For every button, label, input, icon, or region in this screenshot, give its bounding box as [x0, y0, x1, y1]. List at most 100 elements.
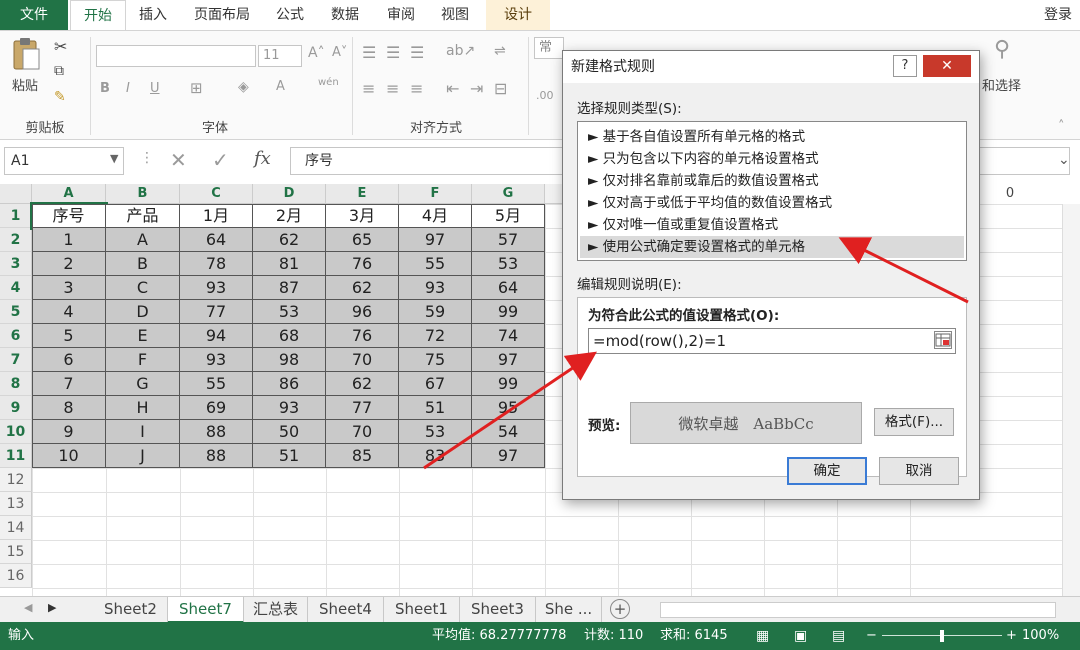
- row-header[interactable]: 3: [0, 252, 32, 276]
- ok-button[interactable]: 确定: [787, 457, 867, 485]
- table-cell[interactable]: 55: [180, 372, 253, 396]
- sheet-tab[interactable]: She ...: [536, 597, 602, 623]
- cut-icon[interactable]: ✂: [54, 37, 67, 56]
- header-cell[interactable]: 1月: [180, 204, 253, 228]
- tab-review[interactable]: 审阅: [378, 0, 424, 30]
- paste-label[interactable]: 粘贴: [12, 75, 38, 94]
- column-header[interactable]: B: [106, 184, 180, 204]
- table-cell[interactable]: 93: [399, 276, 472, 300]
- collapse-ribbon-icon[interactable]: ˄: [1058, 119, 1065, 134]
- header-cell[interactable]: 2月: [253, 204, 326, 228]
- table-cell[interactable]: 3: [32, 276, 106, 300]
- column-header[interactable]: C: [180, 184, 253, 204]
- merge-icon[interactable]: ⊟: [494, 79, 507, 98]
- table-cell[interactable]: 5: [32, 324, 106, 348]
- table-cell[interactable]: 51: [399, 396, 472, 420]
- decimal-icon[interactable]: .00: [536, 89, 554, 102]
- horizontal-scrollbar[interactable]: [660, 602, 1056, 618]
- table-cell[interactable]: 93: [180, 348, 253, 372]
- page-break-view-icon[interactable]: ▤: [832, 622, 845, 650]
- sheet-tab[interactable]: Sheet4: [308, 597, 384, 623]
- column-header[interactable]: A: [32, 184, 106, 204]
- table-cell[interactable]: 96: [326, 300, 399, 324]
- table-cell[interactable]: 74: [472, 324, 545, 348]
- row-header[interactable]: 14: [0, 516, 32, 540]
- row-header[interactable]: 6: [0, 324, 32, 348]
- table-cell[interactable]: 87: [253, 276, 326, 300]
- table-cell[interactable]: I: [106, 420, 180, 444]
- row-header[interactable]: 16: [0, 564, 32, 588]
- row-header[interactable]: 15: [0, 540, 32, 564]
- sheet-tab[interactable]: Sheet7: [168, 597, 244, 623]
- bold-icon[interactable]: B: [100, 81, 110, 96]
- table-cell[interactable]: 77: [326, 396, 399, 420]
- tab-home[interactable]: 开始: [70, 0, 126, 30]
- rule-type-item[interactable]: ► 仅对排名靠前或靠后的数值设置格式: [580, 170, 964, 192]
- align-middle-icon[interactable]: ☰: [386, 43, 400, 62]
- table-cell[interactable]: 69: [180, 396, 253, 420]
- table-cell[interactable]: 9: [32, 420, 106, 444]
- table-cell[interactable]: B: [106, 252, 180, 276]
- new-sheet-icon[interactable]: +: [610, 599, 630, 619]
- table-cell[interactable]: 70: [326, 420, 399, 444]
- table-cell[interactable]: 86: [253, 372, 326, 396]
- table-cell[interactable]: 6: [32, 348, 106, 372]
- table-cell[interactable]: 62: [326, 372, 399, 396]
- table-cell[interactable]: 62: [326, 276, 399, 300]
- tab-page-layout[interactable]: 页面布局: [184, 0, 260, 30]
- fill-color-icon[interactable]: ◈: [238, 79, 249, 95]
- table-cell[interactable]: 50: [253, 420, 326, 444]
- row-header[interactable]: 12: [0, 468, 32, 492]
- table-cell[interactable]: 10: [32, 444, 106, 468]
- wrap-text-icon[interactable]: ⇌: [494, 43, 506, 59]
- table-cell[interactable]: J: [106, 444, 180, 468]
- table-cell[interactable]: 81: [253, 252, 326, 276]
- table-cell[interactable]: 7: [32, 372, 106, 396]
- table-cell[interactable]: F: [106, 348, 180, 372]
- find-select-icon[interactable]: ⚲: [994, 37, 1010, 62]
- table-cell[interactable]: 88: [180, 444, 253, 468]
- expand-formula-icon[interactable]: ⌄: [1058, 152, 1070, 168]
- header-cell[interactable]: 产品: [106, 204, 180, 228]
- zoom-slider-thumb[interactable]: [940, 630, 944, 642]
- table-cell[interactable]: 98: [253, 348, 326, 372]
- rule-formula-input[interactable]: =mod(row(),2)=1: [588, 328, 956, 354]
- sheet-tab[interactable]: Sheet1: [384, 597, 460, 623]
- sheet-tab[interactable]: Sheet2: [94, 597, 168, 623]
- scroll-left-icon[interactable]: ◀: [24, 601, 32, 614]
- header-cell[interactable]: 3月: [326, 204, 399, 228]
- sheet-tab[interactable]: 汇总表: [244, 597, 308, 623]
- column-header[interactable]: E: [326, 184, 399, 204]
- format-button[interactable]: 格式(F)...: [874, 408, 954, 436]
- table-cell[interactable]: 2: [32, 252, 106, 276]
- table-cell[interactable]: 65: [326, 228, 399, 252]
- table-cell[interactable]: 53: [399, 420, 472, 444]
- name-box-dropdown-icon[interactable]: ▼: [110, 152, 118, 165]
- table-cell[interactable]: 72: [399, 324, 472, 348]
- row-header[interactable]: 1: [0, 204, 32, 228]
- table-cell[interactable]: 59: [399, 300, 472, 324]
- font-color-icon[interactable]: A: [276, 79, 285, 94]
- normal-view-icon[interactable]: ▦: [756, 622, 769, 650]
- number-format-box[interactable]: 常规: [534, 37, 564, 59]
- grow-font-icon[interactable]: A˄: [308, 45, 325, 61]
- tab-file[interactable]: 文件: [0, 0, 68, 30]
- tab-formulas[interactable]: 公式: [268, 0, 312, 30]
- row-header[interactable]: 2: [0, 228, 32, 252]
- align-right-icon[interactable]: ≡: [410, 79, 423, 98]
- align-bottom-icon[interactable]: ☰: [410, 43, 424, 62]
- row-header[interactable]: 13: [0, 492, 32, 516]
- table-cell[interactable]: 76: [326, 252, 399, 276]
- row-header[interactable]: 11: [0, 444, 32, 468]
- align-center-icon[interactable]: ≡: [386, 79, 399, 98]
- outdent-icon[interactable]: ⇥: [470, 79, 483, 98]
- align-left-icon[interactable]: ≡: [362, 79, 375, 98]
- table-cell[interactable]: 93: [180, 276, 253, 300]
- align-top-icon[interactable]: ☰: [362, 43, 376, 62]
- phonetic-icon[interactable]: wén: [318, 77, 339, 88]
- table-cell[interactable]: 55: [399, 252, 472, 276]
- table-cell[interactable]: 99: [472, 300, 545, 324]
- shrink-font-icon[interactable]: A˅: [332, 45, 347, 60]
- insert-function-icon[interactable]: fx: [254, 148, 271, 169]
- table-cell[interactable]: G: [106, 372, 180, 396]
